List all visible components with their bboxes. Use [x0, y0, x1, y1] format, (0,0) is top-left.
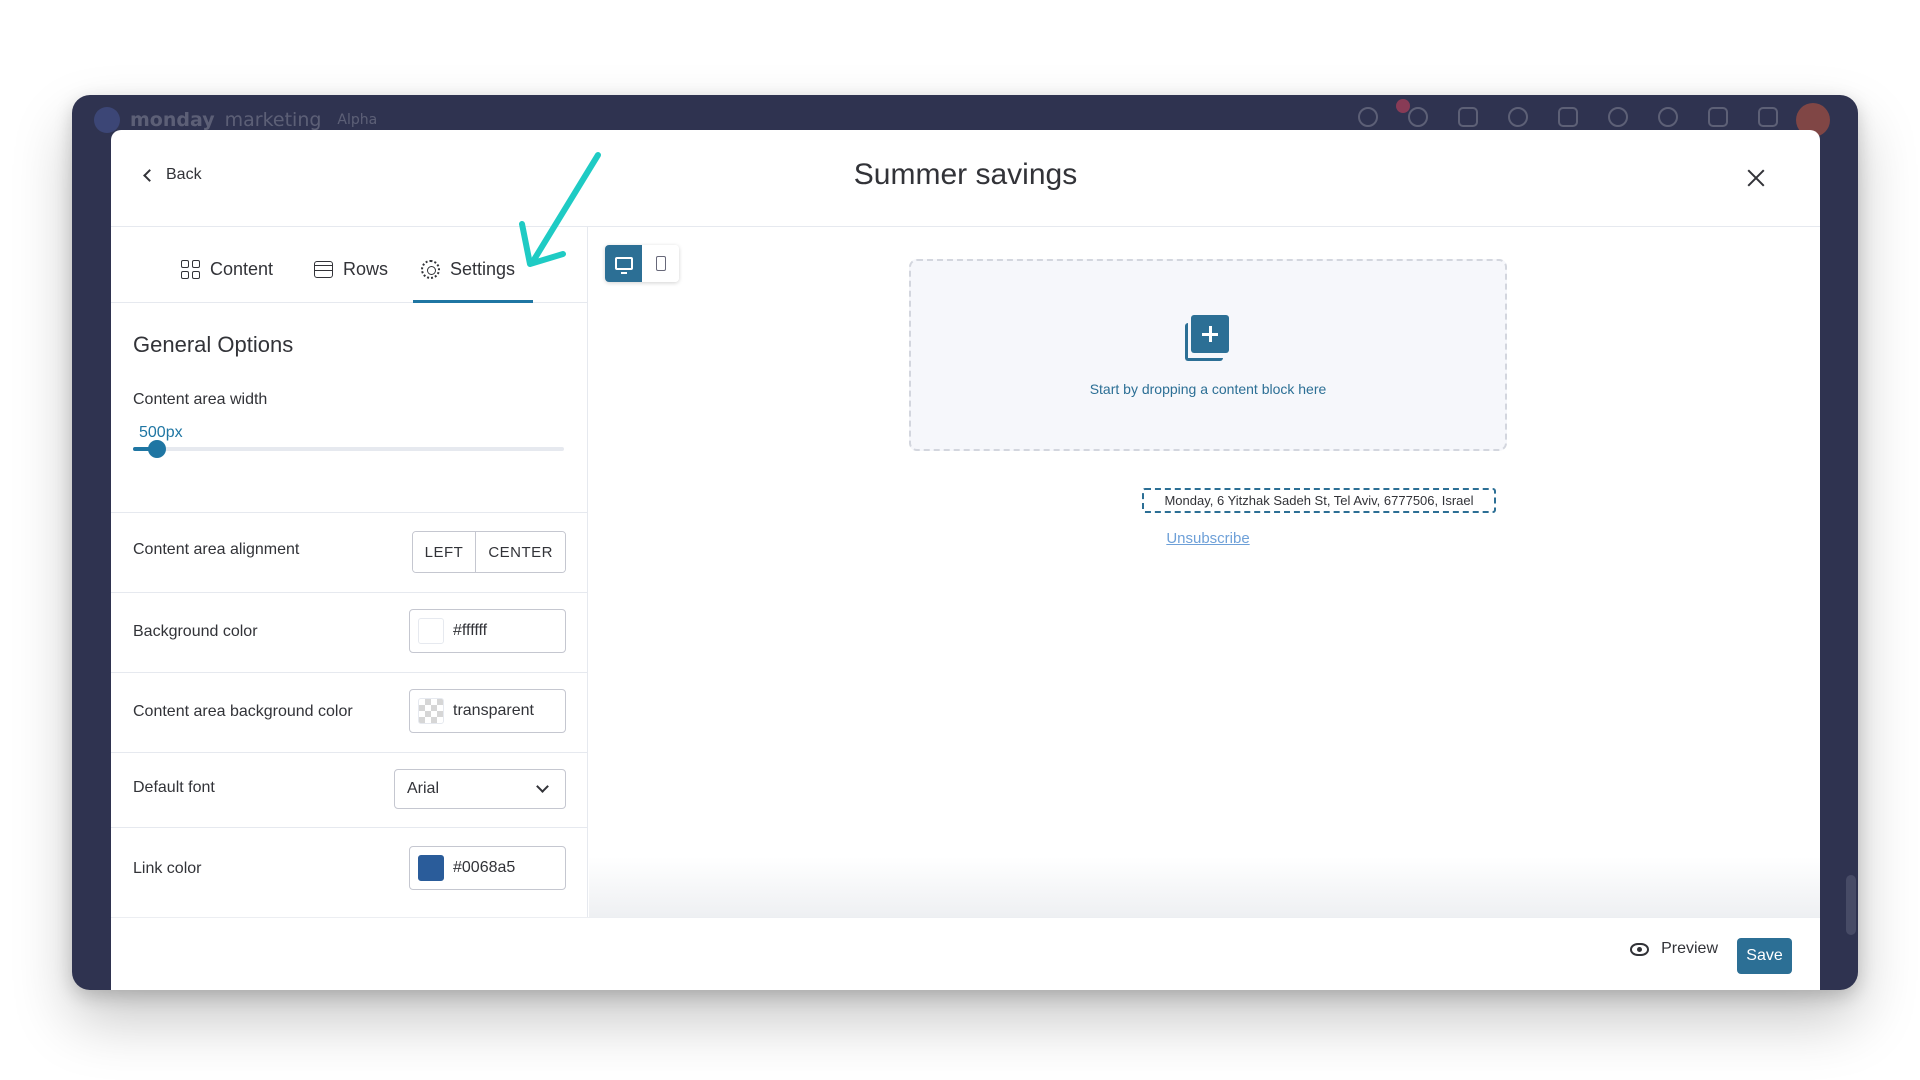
content-width-value: 500px [139, 424, 183, 441]
content-bg-color-field[interactable]: transparent [409, 689, 566, 733]
add-block-icon [1185, 315, 1231, 361]
content-bg-color-label: Content area background color [133, 703, 353, 720]
slider-thumb[interactable] [147, 440, 166, 458]
content-width-slider[interactable] [133, 440, 564, 458]
scrollbar[interactable] [1846, 875, 1856, 935]
background-color-label: Background color [133, 623, 258, 640]
mobile-view-button[interactable] [642, 245, 679, 282]
grid-icon [181, 259, 200, 279]
mobile-icon [655, 256, 666, 271]
section-title: General Options [133, 332, 294, 357]
content-width-label: Content area width [133, 391, 268, 408]
inbox-icon[interactable] [1458, 107, 1478, 127]
desktop-view-button[interactable] [605, 245, 642, 282]
page-title: Summer savings [853, 158, 1078, 191]
alignment-toggle: LEFT CENTER [411, 531, 566, 573]
content-bg-color-value: transparent [453, 702, 534, 719]
content-bg-color-row: Content area background color transparen… [111, 672, 588, 752]
unsubscribe-link[interactable]: Unsubscribe [909, 530, 1507, 547]
background-color-row: Background color #ffffff [111, 592, 588, 672]
eye-icon [1630, 942, 1650, 956]
dropzone-text: Start by dropping a content block here [1089, 381, 1327, 397]
help-icon[interactable] [1658, 107, 1678, 127]
color-swatch[interactable] [418, 855, 444, 881]
default-font-label: Default font [133, 779, 215, 796]
chevron-down-icon [536, 780, 549, 793]
close-icon[interactable] [1744, 166, 1768, 190]
apps-icon[interactable] [1558, 107, 1578, 127]
alignment-label: Content area alignment [133, 541, 300, 558]
modal-header: Back Summer savings [111, 130, 1820, 227]
invite-members-icon[interactable] [1508, 107, 1528, 127]
canvas-fade [589, 857, 1820, 917]
alignment-row: Content area alignment LEFT CENTER [111, 512, 588, 592]
content-dropzone[interactable]: Start by dropping a content block here [909, 259, 1507, 451]
link-color-row: Link color #0068a5 [111, 827, 588, 917]
email-canvas: Start by dropping a content block here M… [589, 227, 1820, 917]
rows-icon [314, 260, 333, 278]
updates-icon[interactable] [1758, 107, 1778, 127]
tab-label: Content [210, 258, 274, 279]
default-font-row: Default font Arial [111, 752, 588, 827]
device-toggle [605, 245, 679, 282]
background-color-value: #ffffff [453, 622, 488, 639]
tab-content[interactable]: Content [181, 255, 273, 283]
panel-tabs: Content Rows Settings [111, 227, 588, 303]
gear-icon [421, 259, 440, 279]
save-button[interactable]: Save [1737, 938, 1792, 974]
align-left-button[interactable]: LEFT [412, 532, 476, 572]
preview-label: Preview [1661, 940, 1718, 957]
link-color-field[interactable]: #0068a5 [409, 846, 566, 890]
settings-icon[interactable] [1358, 107, 1378, 127]
tab-label: Rows [343, 258, 389, 279]
default-font-select[interactable]: Arial [394, 769, 566, 809]
link-color-label: Link color [133, 860, 202, 877]
preview-button[interactable]: Preview [1630, 940, 1718, 958]
footer-address[interactable]: Monday, 6 Yitzhak Sadeh St, Tel Aviv, 67… [1142, 488, 1496, 513]
brand-product: marketing [224, 109, 322, 131]
color-swatch[interactable] [418, 618, 444, 644]
tab-label: Settings [450, 258, 516, 279]
active-tab-indicator [413, 300, 533, 303]
desktop-icon [614, 257, 633, 274]
settings-panel: Content Rows Settings General Options Co… [111, 227, 588, 917]
transparent-swatch[interactable] [418, 698, 444, 724]
search-icon[interactable] [1608, 107, 1628, 127]
modal-footer: Preview Save [111, 917, 1820, 990]
email-editor-modal: Back Summer savings Content Rows Setting… [111, 130, 1820, 990]
background-color-field[interactable]: #ffffff [409, 609, 566, 653]
brand-tag: Alpha [337, 112, 378, 128]
align-center-button[interactable]: CENTER [475, 532, 565, 572]
default-font-value: Arial [407, 780, 440, 797]
app-switcher-icon[interactable] [1708, 107, 1728, 127]
tab-rows[interactable]: Rows [314, 255, 388, 283]
brand-name: monday [130, 109, 215, 131]
bell-icon[interactable] [1408, 107, 1428, 127]
tab-settings[interactable]: Settings [421, 255, 515, 283]
topbar-icons [1358, 107, 1828, 127]
link-color-value: #0068a5 [453, 859, 516, 876]
